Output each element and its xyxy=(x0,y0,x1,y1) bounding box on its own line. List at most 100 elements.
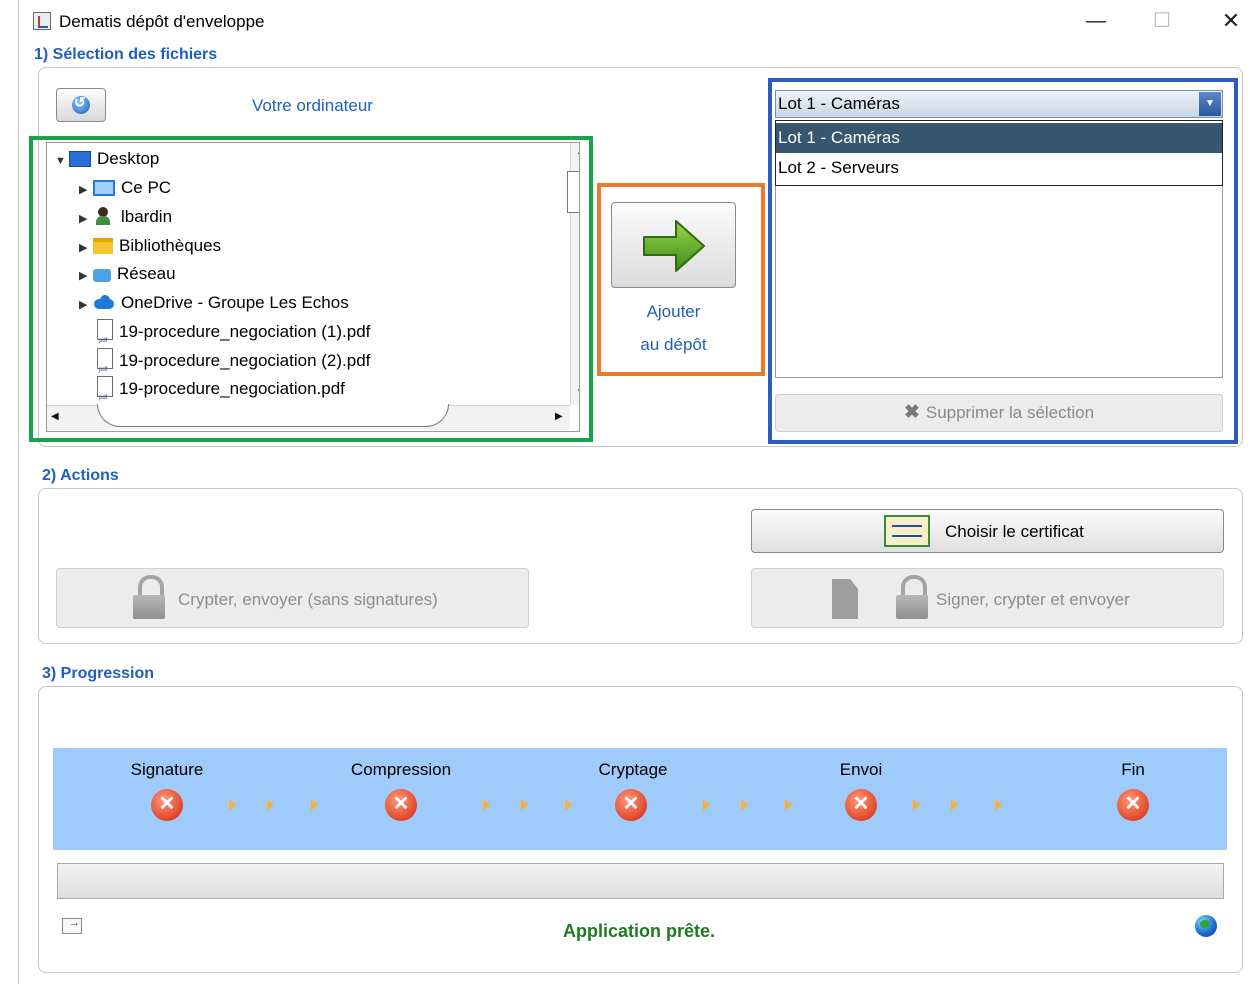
section-files-label: 1) Sélection des fichiers xyxy=(34,46,218,63)
pdf-icon xyxy=(97,319,113,354)
section-actions-label: 2) Actions xyxy=(42,467,119,484)
computer-label: Votre ordinateur xyxy=(252,96,373,115)
collapsed-arrow-icon[interactable]: ▶ xyxy=(79,292,93,318)
delete-x-icon: ✖ xyxy=(903,402,920,423)
progress-bar xyxy=(57,863,1224,899)
step-arrow-icon xyxy=(703,799,710,811)
step-arrow-icon xyxy=(311,799,318,811)
error-icon: ✕ xyxy=(1117,789,1149,821)
tree-item-desktop[interactable]: ▼ Desktop xyxy=(55,146,159,172)
collapsed-arrow-icon[interactable]: ▶ xyxy=(79,206,93,232)
tree-item-libraries[interactable]: ▶ Bibliothèques xyxy=(79,233,221,259)
step-arrow-icon xyxy=(913,799,920,811)
add-to-deposit-button[interactable] xyxy=(611,202,736,288)
scroll-up-icon[interactable]: ▲ xyxy=(576,146,579,157)
lot-select[interactable]: Lot 1 - Caméras ▼ xyxy=(775,90,1223,118)
application-window: Dematis dépôt d'enveloppe — ☐ ✕ 1) Sélec… xyxy=(18,0,1250,984)
step-label-compression: Compression xyxy=(350,760,452,779)
cloud-icon xyxy=(93,293,115,311)
java-app-icon xyxy=(33,12,51,30)
chevron-down-icon[interactable]: ▼ xyxy=(1199,92,1221,116)
lot-option-1[interactable]: Lot 1 - Caméras xyxy=(776,123,1222,153)
lock-icon xyxy=(133,575,165,619)
section-progress-label: 3) Progression xyxy=(42,665,155,682)
choose-certificate-button[interactable]: Choisir le certificat xyxy=(751,509,1224,553)
error-icon: ✕ xyxy=(615,789,647,821)
lot-select-value: Lot 1 - Caméras xyxy=(778,94,900,113)
step-arrow-icon xyxy=(267,799,274,811)
step-arrow-icon xyxy=(521,799,528,811)
scroll-right-icon[interactable]: ▶ xyxy=(555,411,563,422)
tree-item-onedrive[interactable]: ▶ OneDrive - Groupe Les Echos xyxy=(79,290,349,316)
sign-encrypt-send-button[interactable]: Signer, crypter et envoyer xyxy=(751,568,1224,628)
computer-icon xyxy=(93,180,115,196)
file-tree[interactable]: ▼ Desktop ▶ Ce PC ▶ lbardin ▶ Bibliothèques … xyxy=(46,142,580,432)
tree-item-this-pc[interactable]: ▶ Ce PC xyxy=(79,175,171,201)
desktop-icon xyxy=(69,151,91,167)
expanded-arrow-icon[interactable]: ▼ xyxy=(55,148,69,174)
delete-selection-button[interactable]: ✖ Supprimer la sélection xyxy=(775,394,1223,432)
vertical-scroll-thumb[interactable] xyxy=(567,171,579,213)
step-arrow-icon xyxy=(741,799,748,811)
refresh-button[interactable] xyxy=(56,88,106,122)
minimize-button[interactable]: — xyxy=(1076,6,1116,36)
collapsed-arrow-icon[interactable]: ▶ xyxy=(79,177,93,203)
lot-option-2[interactable]: Lot 2 - Serveurs xyxy=(776,153,1222,183)
progress-steps: Signature ✕ Compression ✕ Cryptage ✕ Env… xyxy=(53,748,1227,850)
user-icon xyxy=(93,207,115,225)
tree-item-label: 19-procedure_negociation (2).pdf xyxy=(119,351,371,370)
horizontal-scroll-thumb[interactable] xyxy=(97,404,449,427)
certificate-icon xyxy=(884,515,930,547)
scroll-down-icon[interactable]: ▼ xyxy=(576,387,579,398)
choose-certificate-label: Choisir le certificat xyxy=(945,522,1084,541)
tree-item-label: OneDrive - Groupe Les Echos xyxy=(121,293,349,312)
tree-item-network[interactable]: ▶ Réseau xyxy=(79,261,176,287)
close-button[interactable]: ✕ xyxy=(1211,6,1250,36)
status-text: Application prête. xyxy=(562,921,715,941)
tree-item-label: Ce PC xyxy=(121,178,172,197)
tree-item-pdf-3[interactable]: 19-procedure_negociation.pdf xyxy=(93,376,345,411)
step-arrow-icon xyxy=(995,799,1002,811)
document-icon xyxy=(832,579,858,619)
refresh-icon xyxy=(72,94,90,114)
title-bar: Dematis dépôt d'enveloppe — ☐ ✕ xyxy=(19,0,1250,44)
step-arrow-icon xyxy=(483,799,490,811)
deposit-file-list[interactable] xyxy=(775,186,1223,378)
error-icon: ✕ xyxy=(385,789,417,821)
scroll-left-icon[interactable]: ◀ xyxy=(51,411,59,422)
tree-item-label: lbardin xyxy=(121,207,173,226)
error-icon: ✕ xyxy=(845,789,877,821)
lock-icon xyxy=(896,575,928,619)
step-label-encryption: Cryptage xyxy=(598,760,668,779)
step-arrow-icon xyxy=(565,799,572,811)
horizontal-scrollbar[interactable]: ◀ ▶ xyxy=(47,404,570,430)
step-label-signature: Signature xyxy=(130,760,204,779)
collapsed-arrow-icon[interactable]: ▶ xyxy=(79,263,93,289)
step-arrow-icon xyxy=(229,799,236,811)
encrypt-send-button[interactable]: Crypter, envoyer (sans signatures) xyxy=(56,568,529,628)
tree-item-pdf-1[interactable]: 19-procedure_negociation (1).pdf xyxy=(93,319,371,354)
error-icon: ✕ xyxy=(151,789,183,821)
step-arrow-icon xyxy=(951,799,958,811)
pdf-icon xyxy=(97,348,113,383)
collapsed-arrow-icon[interactable]: ▶ xyxy=(79,235,93,261)
step-label-end: Fin xyxy=(1121,760,1145,779)
tree-item-label: Réseau xyxy=(117,264,176,283)
maximize-button[interactable]: ☐ xyxy=(1142,6,1182,36)
encrypt-send-label: Crypter, envoyer (sans signatures) xyxy=(178,590,438,609)
step-label-send: Envoi xyxy=(839,760,883,779)
add-label-line1: Ajouter xyxy=(646,302,701,321)
tree-item-label: Desktop xyxy=(97,149,160,168)
tree-item-label: Bibliothèques xyxy=(119,236,222,255)
network-icon xyxy=(93,269,111,282)
step-arrow-icon xyxy=(785,799,792,811)
tree-item-pdf-2[interactable]: 19-procedure_negociation (2).pdf xyxy=(93,348,371,383)
green-arrow-icon xyxy=(643,220,705,272)
pdf-icon xyxy=(97,376,113,411)
globe-icon[interactable] xyxy=(1195,915,1217,937)
tree-item-user[interactable]: ▶ lbardin xyxy=(79,204,172,230)
lot-dropdown-list: Lot 1 - Caméras Lot 2 - Serveurs xyxy=(775,120,1223,186)
tree-item-label: 19-procedure_negociation (1).pdf xyxy=(119,322,371,341)
add-label-line2: au dépôt xyxy=(640,335,707,354)
library-icon xyxy=(93,238,113,254)
